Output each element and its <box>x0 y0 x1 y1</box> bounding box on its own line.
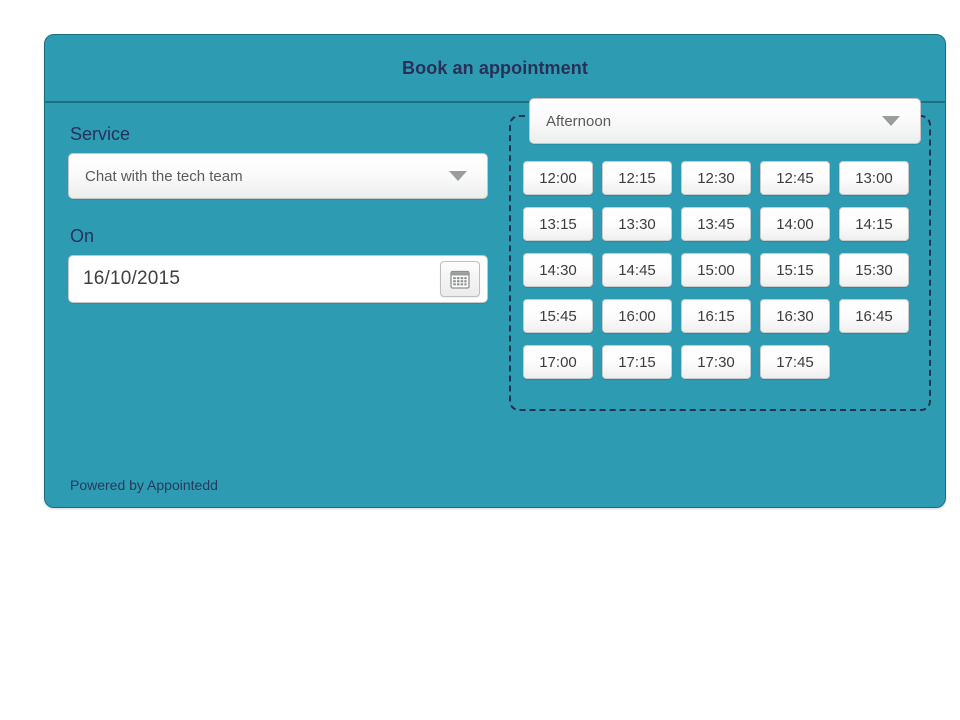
time-slot-grid: 12:00 12:15 12:30 12:45 13:00 13:15 13:30 13:45… <box>523 161 921 379</box>
widget-body: Service Chat with the tech team On 16/10… <box>45 98 945 507</box>
date-field[interactable]: 16/10/2015 <box>68 255 488 303</box>
time-slot-button[interactable]: 12:30 <box>681 161 751 195</box>
time-slot-button[interactable]: 16:15 <box>681 299 751 333</box>
time-slot-button[interactable]: 13:45 <box>681 207 751 241</box>
time-slot-zone: Afternoon 12:00 12:15 12:30 12:45 13:00 13:15… <box>509 98 931 411</box>
time-slot-button[interactable]: 15:30 <box>839 253 909 287</box>
time-slot-button[interactable]: 15:45 <box>523 299 593 333</box>
calendar-icon <box>450 270 470 289</box>
period-select[interactable]: Afternoon <box>529 98 921 144</box>
time-slot-button[interactable]: 14:15 <box>839 207 909 241</box>
time-slot-button[interactable]: 12:15 <box>602 161 672 195</box>
period-select-value: Afternoon <box>546 112 612 130</box>
time-slot-button[interactable]: 12:00 <box>523 161 593 195</box>
calendar-picker-button[interactable] <box>440 261 480 297</box>
time-slot-button[interactable]: 14:00 <box>760 207 830 241</box>
time-slot-button[interactable]: 12:45 <box>760 161 830 195</box>
service-select[interactable]: Chat with the tech team <box>68 153 488 199</box>
time-slot-button[interactable]: 13:15 <box>523 207 593 241</box>
powered-by-label: Powered by Appointedd <box>70 477 218 493</box>
time-slot-button[interactable]: 17:45 <box>760 345 830 379</box>
time-slot-button[interactable]: 17:00 <box>523 345 593 379</box>
booking-form: Service Chat with the tech team On 16/10… <box>68 123 488 303</box>
date-input[interactable]: 16/10/2015 <box>69 268 440 290</box>
time-slot-button[interactable]: 16:00 <box>602 299 672 333</box>
page-title: Book an appointment <box>402 57 588 78</box>
time-slot-button[interactable]: 16:30 <box>760 299 830 333</box>
time-slot-button[interactable]: 17:15 <box>602 345 672 379</box>
time-slot-button[interactable]: 13:00 <box>839 161 909 195</box>
chevron-down-icon <box>882 116 900 126</box>
chevron-down-icon <box>449 171 467 181</box>
date-label: On <box>70 226 95 246</box>
time-slot-button[interactable]: 13:30 <box>602 207 672 241</box>
time-slot-button[interactable]: 14:45 <box>602 253 672 287</box>
booking-widget: Book an appointment Service Chat with th… <box>44 34 946 508</box>
time-slot-button[interactable]: 17:30 <box>681 345 751 379</box>
time-slot-button[interactable]: 15:00 <box>681 253 751 287</box>
service-label: Service <box>70 124 131 144</box>
time-slot-button[interactable]: 14:30 <box>523 253 593 287</box>
service-select-value: Chat with the tech team <box>85 167 243 185</box>
time-slot-button[interactable]: 16:45 <box>839 299 909 333</box>
time-slot-button[interactable]: 15:15 <box>760 253 830 287</box>
widget-header: Book an appointment <box>45 35 945 103</box>
